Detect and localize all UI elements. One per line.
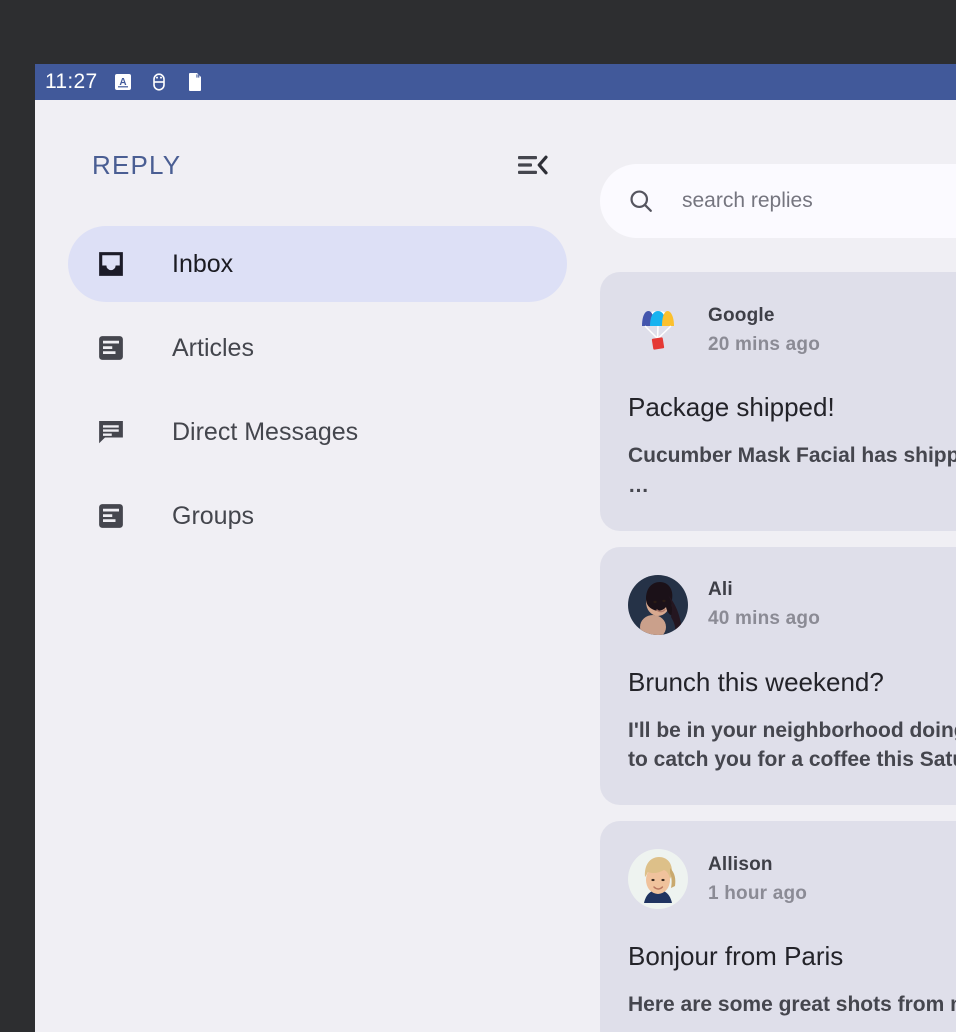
search-input[interactable]	[682, 189, 956, 213]
sidebar-item-label: Articles	[172, 334, 254, 363]
avatar	[628, 849, 688, 909]
email-card-header: Ali 40 mins ago	[628, 575, 956, 635]
nav-item-list: Inbox Articles	[35, 226, 600, 554]
navigation-rail: REPLY	[35, 100, 600, 1032]
search-bar[interactable]	[600, 164, 956, 238]
sidebar-item-articles[interactable]: Articles	[68, 310, 567, 386]
sidebar-item-inbox[interactable]: Inbox	[68, 226, 567, 302]
email-card-meta: Allison 1 hour ago	[708, 854, 807, 905]
email-preview: I'll be in your neighborhood doing to ca…	[628, 716, 956, 776]
status-bar: 11:27 A	[35, 64, 956, 100]
device-viewport: 11:27 A	[35, 64, 956, 1032]
status-bar-clock: 11:27	[45, 70, 98, 94]
email-sender: Allison	[708, 854, 807, 876]
menu-open-icon[interactable]	[510, 145, 556, 185]
email-card-header: Google 20 mins ago	[628, 300, 956, 360]
email-sender: Google	[708, 305, 820, 327]
device-frame: 11:27 A	[0, 0, 956, 1032]
keyboard-indicator-icon: A	[112, 71, 134, 93]
email-subject: Brunch this weekend?	[628, 667, 956, 698]
article-icon	[95, 500, 127, 532]
email-preview: Cucumber Mask Facial has shippe …	[628, 441, 956, 501]
email-sender: Ali	[708, 579, 820, 601]
android-debug-icon	[148, 71, 170, 93]
email-timestamp: 20 mins ago	[708, 334, 820, 356]
article-icon	[95, 332, 127, 364]
inbox-icon	[95, 248, 127, 280]
app-brand-logo: REPLY	[92, 150, 181, 181]
nav-header: REPLY	[35, 142, 600, 188]
sd-card-icon	[184, 71, 206, 93]
sidebar-item-label: Inbox	[172, 250, 233, 279]
email-card-list: Google 20 mins ago Package shipped! Cucu…	[600, 272, 956, 1032]
sidebar-item-direct-messages[interactable]: Direct Messages	[68, 394, 567, 470]
sidebar-item-label: Direct Messages	[172, 418, 358, 447]
email-subject: Package shipped!	[628, 392, 956, 423]
sidebar-item-label: Groups	[172, 502, 254, 531]
email-timestamp: 1 hour ago	[708, 883, 807, 905]
email-timestamp: 40 mins ago	[708, 608, 820, 630]
app-content: REPLY	[35, 100, 956, 1032]
parachute-package-icon	[628, 300, 688, 360]
email-card[interactable]: Google 20 mins ago Package shipped! Cucu…	[600, 272, 956, 531]
email-preview: Here are some great shots from m	[628, 990, 956, 1020]
email-card-header: Allison 1 hour ago	[628, 849, 956, 909]
sidebar-item-groups[interactable]: Groups	[68, 478, 567, 554]
email-list-pane: Google 20 mins ago Package shipped! Cucu…	[600, 100, 956, 1032]
email-card-meta: Ali 40 mins ago	[708, 579, 820, 630]
search-icon	[624, 184, 658, 218]
avatar	[628, 575, 688, 635]
email-card[interactable]: Ali 40 mins ago Brunch this weekend? I'l…	[600, 547, 956, 806]
email-card[interactable]: Allison 1 hour ago Bonjour from Paris He…	[600, 821, 956, 1032]
email-card-meta: Google 20 mins ago	[708, 305, 820, 356]
chat-bubble-icon	[95, 416, 127, 448]
email-subject: Bonjour from Paris	[628, 941, 956, 972]
